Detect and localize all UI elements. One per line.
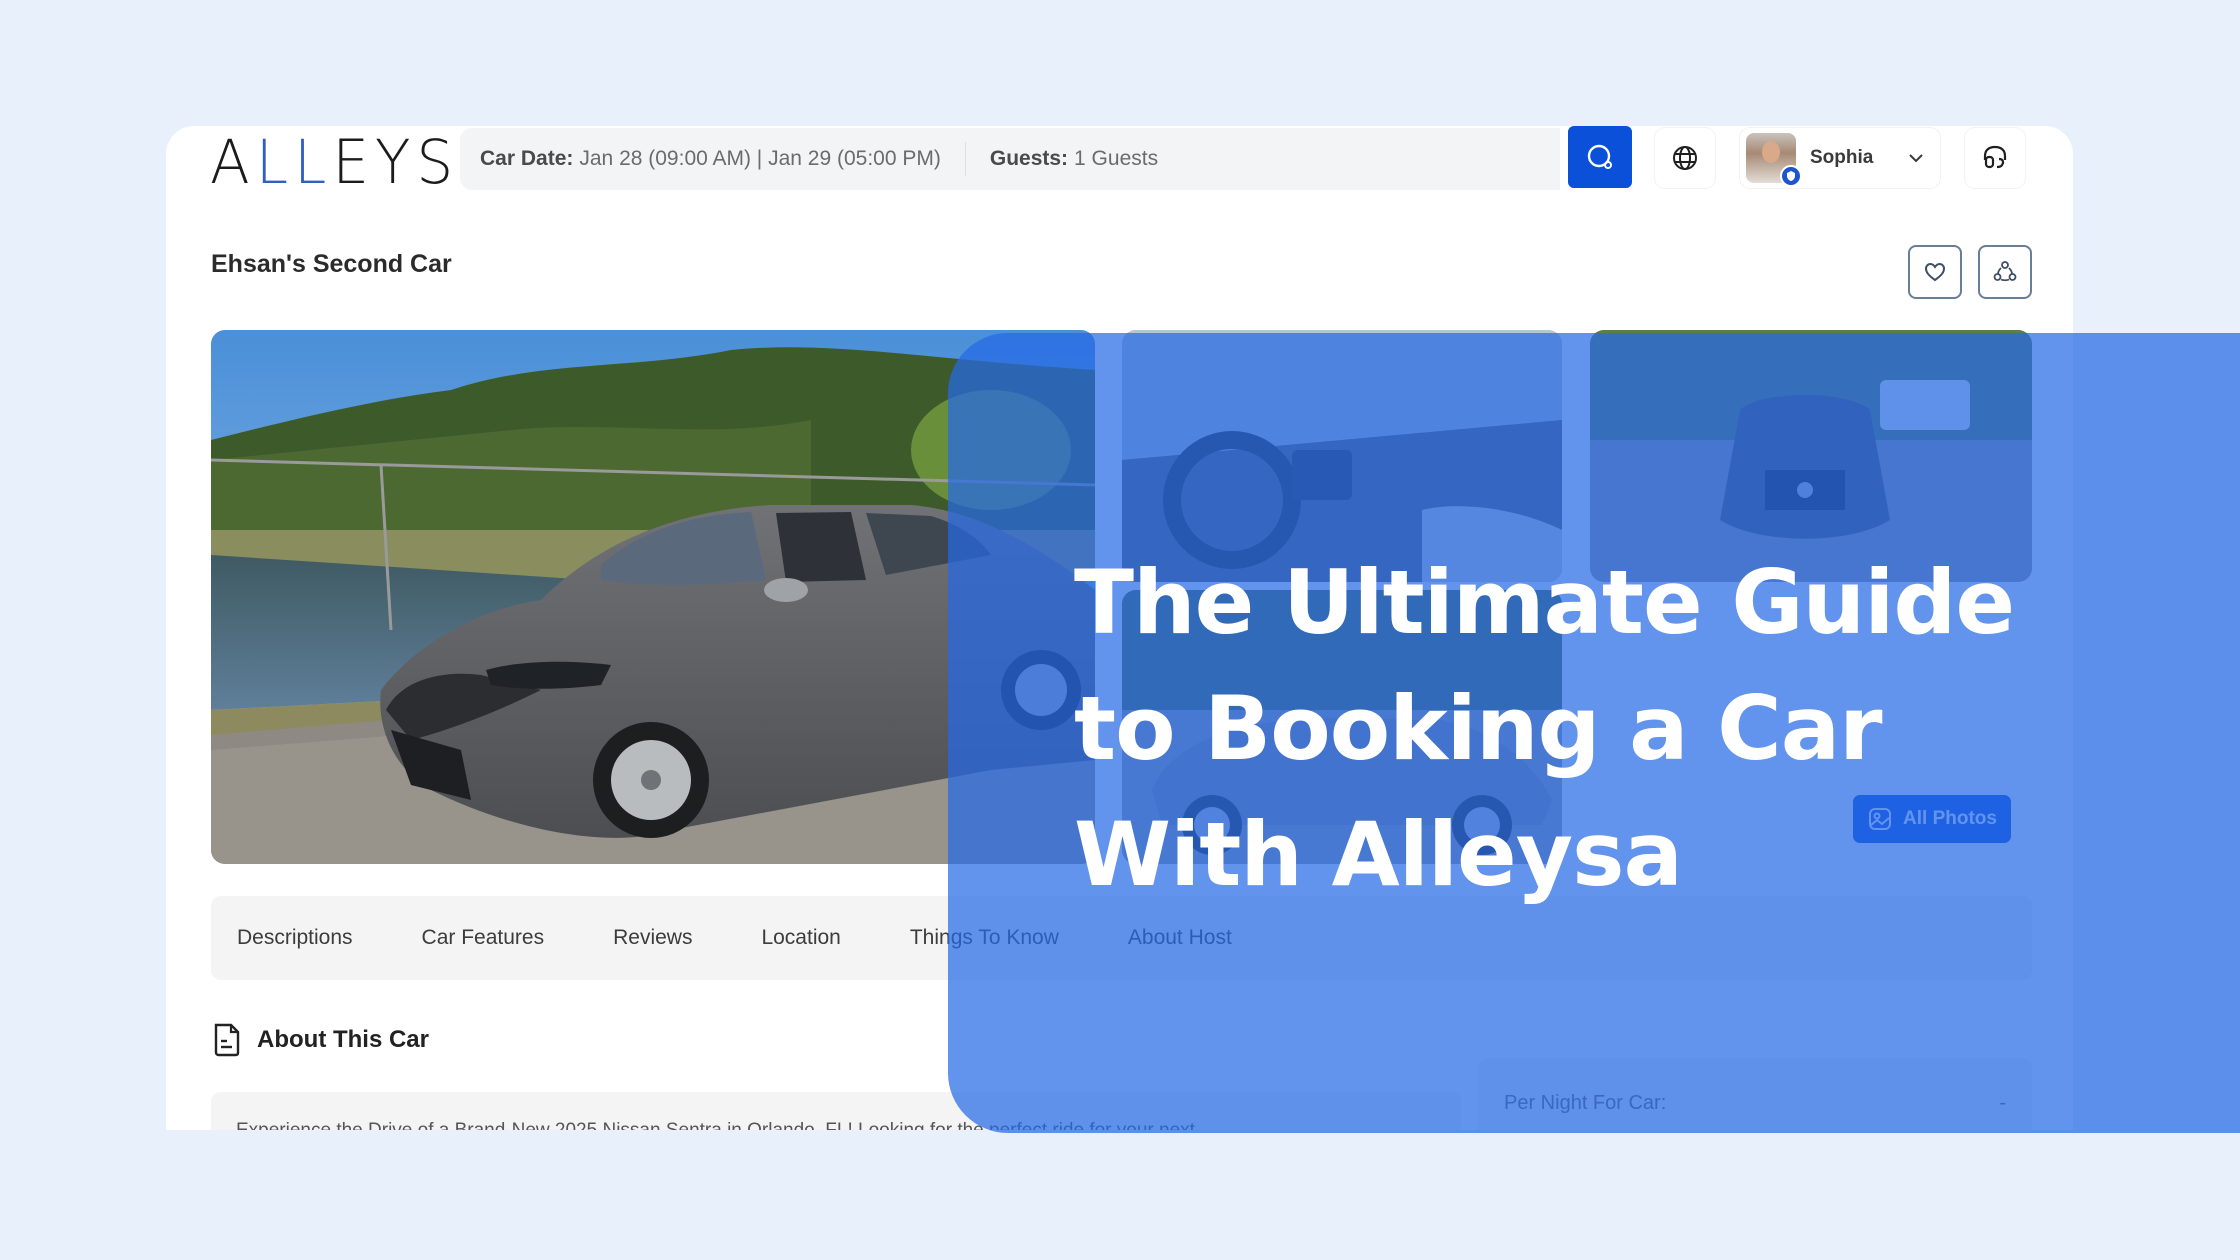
listing-title: Ehsan's Second Car (211, 250, 452, 278)
favorite-button[interactable] (1908, 245, 1962, 299)
headline-line-3: With Alleysa (1074, 803, 1683, 906)
user-name: Sophia (1810, 147, 1874, 168)
logo-text-a: A (210, 126, 256, 198)
share-icon (1993, 261, 2017, 282)
search-icon (1587, 144, 1612, 169)
document-icon (214, 1023, 240, 1057)
car-date-label: Car Date: (480, 147, 574, 170)
headline-line-2: to Booking a Car (1074, 677, 1883, 780)
about-section-heading: About This Car (211, 1022, 429, 1058)
support-button[interactable] (1965, 128, 2025, 188)
logo-text-ll: LL (255, 126, 333, 198)
search-button[interactable] (1568, 126, 1632, 188)
tab-car-features[interactable]: Car Features (422, 926, 545, 950)
guests-label: Guests: (989, 147, 1069, 170)
chevron-down-icon[interactable] (1906, 148, 1926, 168)
user-menu[interactable]: Sophia (1740, 128, 1940, 188)
avatar-face (1762, 141, 1780, 163)
tab-location[interactable]: Location (761, 926, 840, 950)
car-date-value[interactable]: Jan 28 (09:00 AM) | Jan 29 (05:00 PM) (579, 147, 940, 171)
headline-line-1: The Ultimate Guide (1074, 551, 2015, 654)
shield-check-icon (1780, 165, 1802, 187)
guests-value[interactable]: 1 Guests (1074, 147, 1158, 171)
search-divider (964, 142, 966, 176)
promo-headline: The Ultimate Guide to Booking a Car With… (1074, 540, 2174, 918)
about-title: About This Car (257, 1026, 429, 1053)
booking-search-bar[interactable]: Car Date: Jan 28 (09:00 AM) | Jan 29 (05… (460, 128, 1560, 190)
share-button[interactable] (1978, 245, 2032, 299)
globe-icon (1673, 146, 1697, 170)
heart-icon (1924, 262, 1946, 282)
avatar (1746, 133, 1802, 187)
tab-reviews[interactable]: Reviews (613, 926, 692, 950)
language-button[interactable] (1655, 128, 1715, 188)
tab-descriptions[interactable]: Descriptions (237, 926, 353, 950)
headset-icon (1983, 145, 2007, 169)
